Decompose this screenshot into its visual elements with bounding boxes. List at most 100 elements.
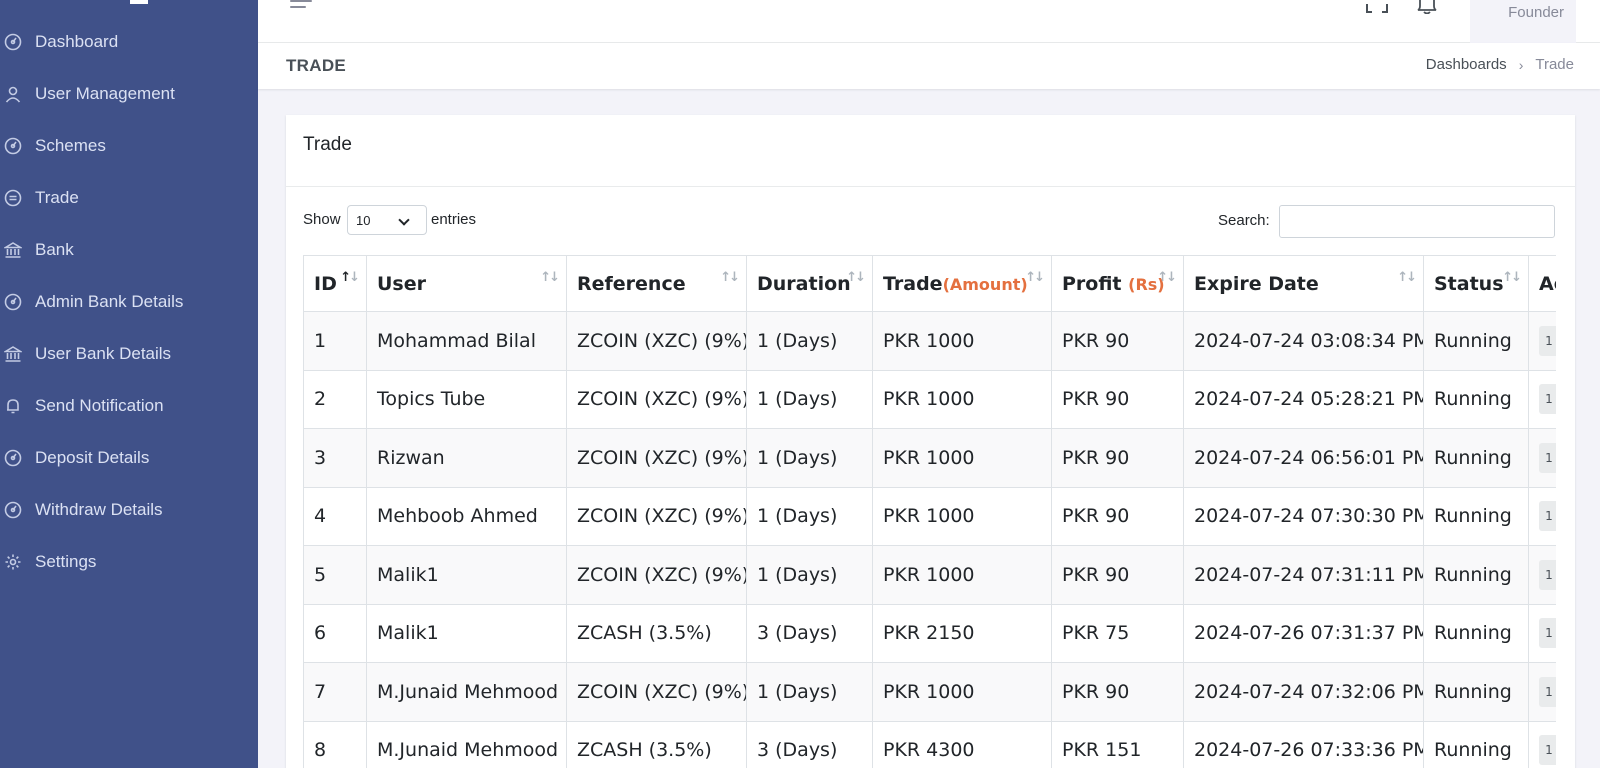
notification-bell-icon[interactable]	[1416, 0, 1438, 15]
cell-profit: PKR 90	[1051, 369, 1184, 429]
column-header-duration[interactable]: Duration ↑↓	[746, 255, 873, 312]
action-button[interactable]: 1	[1539, 735, 1556, 766]
user-profile-menu[interactable]: Founder	[1470, 0, 1576, 43]
table-row: 4 Mehboob Ahmed ZCOIN (XZC) (9%) 1 (Days) PK…	[303, 486, 1556, 546]
cell-action: 1	[1528, 662, 1556, 722]
table-row: 5 Malik1 ZCOIN (XZC) (9%) 1 (Days) PKR 1000 P…	[303, 545, 1556, 605]
breadcrumb-dashboards-link[interactable]: Dashboards	[1426, 56, 1507, 73]
sort-icon: ↑↓	[720, 270, 740, 285]
table-row: 2 Topics Tube ZCOIN (XZC) (9%) 1 (Days) PKR …	[303, 369, 1556, 429]
cell-id: 8	[303, 720, 367, 768]
action-button[interactable]: 1	[1539, 559, 1556, 590]
cell-duration: 1 (Days)	[746, 428, 873, 488]
cell-duration: 3 (Days)	[746, 603, 873, 663]
cell-duration: 1 (Days)	[746, 369, 873, 429]
cell-reference: ZCASH (3.5%)	[566, 603, 747, 663]
cell-duration: 1 (Days)	[746, 662, 873, 722]
cell-user: Rizwan	[366, 428, 567, 488]
cell-action: 1	[1528, 369, 1556, 429]
sort-icon: ↑↓	[1502, 270, 1522, 285]
column-label: ID	[314, 272, 337, 295]
cell-user: M.Junaid Mehmood	[366, 720, 567, 768]
sort-icon: ↑↓	[846, 270, 866, 285]
sidebar-item-label: Settings	[35, 552, 97, 571]
column-label: Reference	[577, 272, 686, 295]
cell-duration: 1 (Days)	[746, 486, 873, 546]
cell-status: Running	[1423, 545, 1529, 605]
entries-select-value: 10	[356, 213, 371, 228]
cell-action: 1	[1528, 603, 1556, 663]
table-row: 3 Rizwan ZCOIN (XZC) (9%) 1 (Days) PKR 1000 P…	[303, 428, 1556, 488]
cell-trade-amount: PKR 4300	[872, 720, 1052, 768]
cell-expire-date: 2024-07-26 07:33:36 PM	[1183, 720, 1424, 768]
sidebar: Dashboard User Management Schemes Trade Bank…	[0, 0, 258, 768]
cell-expire-date: 2024-07-24 05:28:21 PM	[1183, 369, 1424, 429]
sidebar-item-schemes[interactable]: Schemes	[0, 126, 258, 166]
cell-trade-amount: PKR 1000	[872, 486, 1052, 546]
topbar: Founder	[258, 0, 1600, 43]
sidebar-item-settings[interactable]: Settings	[0, 542, 258, 582]
sidebar-item-user-bank-details[interactable]: User Bank Details	[0, 334, 258, 374]
dashboard-icon	[4, 501, 22, 519]
cell-status: Running	[1423, 369, 1529, 429]
card-title: Trade	[303, 134, 352, 155]
cell-id: 1	[303, 311, 367, 371]
action-button[interactable]: 1	[1539, 384, 1556, 415]
action-button[interactable]: 1	[1539, 325, 1556, 356]
action-button[interactable]: 1	[1539, 676, 1556, 707]
cell-expire-date: 2024-07-24 03:08:34 PM	[1183, 311, 1424, 371]
column-label: Trade	[883, 272, 943, 295]
sidebar-item-deposit-details[interactable]: Deposit Details	[0, 438, 258, 478]
cell-id: 2	[303, 369, 367, 429]
column-header-trade-amount[interactable]: Trade(Amount) ↑↓	[872, 255, 1052, 312]
hamburger-menu-icon[interactable]	[290, 0, 312, 14]
sort-icon: ↑↓	[1397, 270, 1417, 285]
cell-user: Mohammad Bilal	[366, 311, 567, 371]
sidebar-item-trade[interactable]: Trade	[0, 178, 258, 218]
search-input[interactable]	[1279, 205, 1555, 238]
sidebar-item-label: Send Notification	[35, 396, 164, 415]
column-header-action[interactable]: Ac	[1528, 255, 1556, 312]
table-row: 7 M.Junaid Mehmood ZCOIN (XZC) (9%) 1 (Days…	[303, 662, 1556, 722]
cell-status: Running	[1423, 603, 1529, 663]
cell-id: 3	[303, 428, 367, 488]
cell-profit: PKR 90	[1051, 545, 1184, 605]
action-button[interactable]: 1	[1539, 501, 1556, 532]
column-header-reference[interactable]: Reference ↑↓	[566, 255, 747, 312]
cell-duration: 1 (Days)	[746, 545, 873, 605]
user-icon	[4, 85, 22, 103]
sidebar-item-label: Dashboard	[35, 32, 119, 51]
sidebar-item-label: Deposit Details	[35, 448, 150, 467]
sidebar-item-user-management[interactable]: User Management	[0, 74, 258, 114]
column-header-profit[interactable]: Profit (Rs) ↑↓	[1051, 255, 1184, 312]
column-header-user[interactable]: User ↑↓	[366, 255, 567, 312]
cell-expire-date: 2024-07-24 07:32:06 PM	[1183, 662, 1424, 722]
cell-id: 7	[303, 662, 367, 722]
entries-per-page-select[interactable]: 10	[347, 205, 427, 235]
cell-id: 6	[303, 603, 367, 663]
column-header-id[interactable]: ID ↑↓	[303, 255, 367, 312]
column-label: Status	[1434, 272, 1504, 295]
column-label: Ac	[1539, 272, 1556, 295]
cell-trade-amount: PKR 1000	[872, 311, 1052, 371]
logo	[130, 0, 148, 4]
sidebar-item-bank[interactable]: Bank	[0, 230, 258, 270]
action-button[interactable]: 1	[1539, 618, 1556, 649]
action-button[interactable]: 1	[1539, 442, 1556, 473]
cell-user: Malik1	[366, 545, 567, 605]
trade-table: ID ↑↓ User ↑↓ Reference ↑↓ Duration ↑↓ Trade(Amo…	[303, 255, 1556, 768]
bank-icon	[4, 345, 22, 363]
sidebar-item-send-notification[interactable]: Send Notification	[0, 386, 258, 426]
column-header-status[interactable]: Status ↑↓	[1423, 255, 1529, 312]
cell-reference: ZCASH (3.5%)	[566, 720, 747, 768]
trade-table-container: ID ↑↓ User ↑↓ Reference ↑↓ Duration ↑↓ Trade(Amo…	[303, 255, 1556, 768]
bell-icon	[4, 397, 22, 415]
sidebar-item-withdraw-details[interactable]: Withdraw Details	[0, 490, 258, 530]
sidebar-item-dashboard[interactable]: Dashboard	[0, 22, 258, 62]
page-title-bar: TRADE Dashboards › Trade	[258, 43, 1600, 89]
column-header-expire-date[interactable]: Expire Date ↑↓	[1183, 255, 1424, 312]
fullscreen-icon[interactable]	[1366, 0, 1388, 14]
sidebar-item-label: User Management	[35, 84, 175, 103]
cell-status: Running	[1423, 720, 1529, 768]
sidebar-item-admin-bank-details[interactable]: Admin Bank Details	[0, 282, 258, 322]
